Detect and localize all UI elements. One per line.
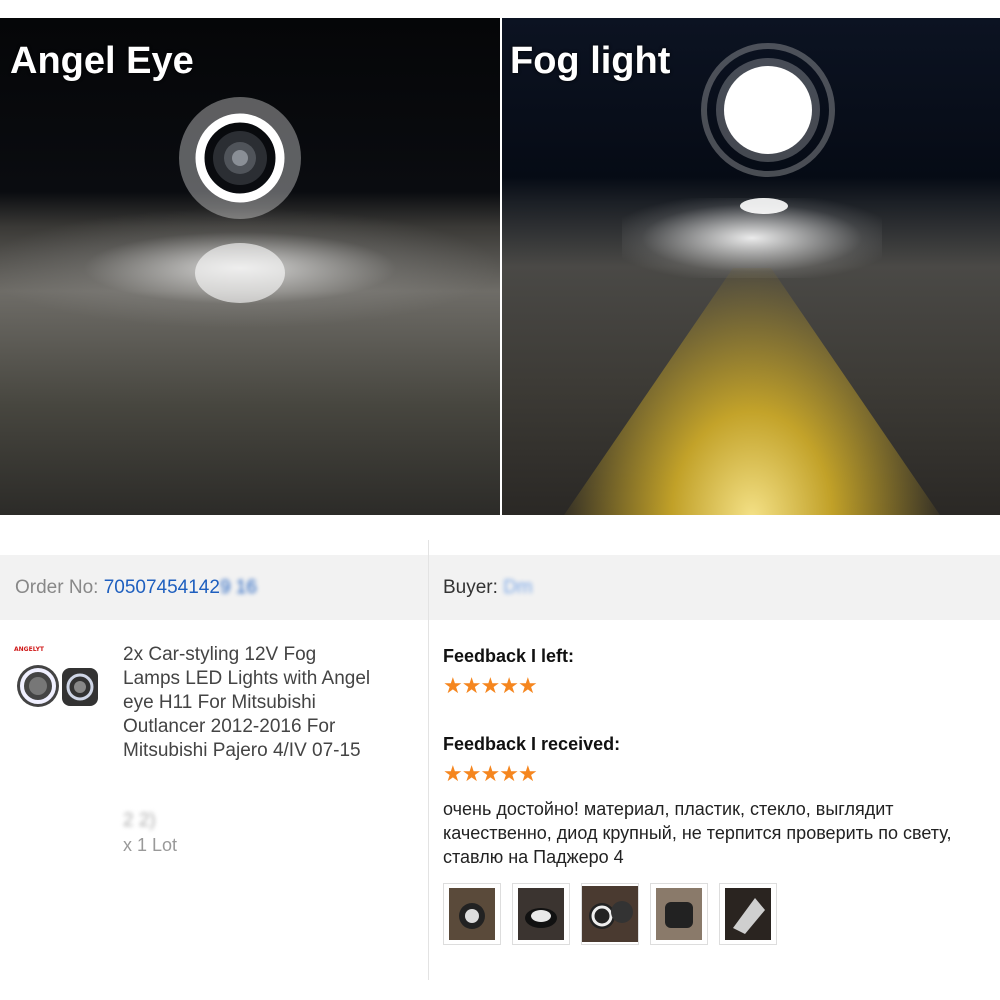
column-divider xyxy=(428,540,429,980)
product-thumbnail[interactable]: ANGELYT xyxy=(12,642,106,714)
fog-light-photo: Fog light xyxy=(502,18,1000,515)
product-title[interactable]: 2x Car-styling 12V Fog Lamps LED Lights … xyxy=(123,643,373,763)
review-photo-5[interactable] xyxy=(719,883,777,945)
order-header: Order No: 705074541429 16 Buyer: Dm xyxy=(0,555,1000,620)
order-number-value[interactable]: 705074541429 16 xyxy=(104,577,257,598)
review-photo-1[interactable] xyxy=(443,883,501,945)
star-icon: ★ xyxy=(517,673,538,698)
product-quantity: x 1 Lot xyxy=(123,835,178,855)
feedback-received-stars: ★★★★★ xyxy=(443,761,538,787)
product-sku: 2 2) xyxy=(123,810,156,831)
fog-lamp-illustration xyxy=(701,43,835,214)
star-icon: ★ xyxy=(480,761,500,786)
order-number: Order No: 705074541429 16 xyxy=(15,577,257,599)
feedback-received-heading: Feedback I received: xyxy=(443,734,621,754)
feedback-left-stars: ★★★★★ xyxy=(443,673,538,699)
star-icon: ★ xyxy=(461,673,482,698)
angel-eye-caption: Angel Eye xyxy=(10,40,194,82)
fog-light-caption: Fog light xyxy=(510,40,671,82)
review-photo-3[interactable] xyxy=(581,883,639,945)
order-number-label: Order No: xyxy=(15,577,99,598)
buyer-name[interactable]: Dm xyxy=(503,577,533,598)
review-photo-4[interactable] xyxy=(650,883,708,945)
star-icon: ★ xyxy=(480,673,500,698)
review-text: очень достойно! материал, пластик, стекл… xyxy=(443,799,952,867)
feedback-left-heading: Feedback I left: xyxy=(443,646,575,666)
review-photos xyxy=(443,883,777,945)
product-photo-strip: Angel Eye Fog light xyxy=(0,18,1000,515)
star-icon: ★ xyxy=(443,761,463,786)
star-icon: ★ xyxy=(499,673,519,698)
buyer-label: Buyer: xyxy=(443,577,498,598)
angel-eye-lamp-illustration xyxy=(179,97,301,303)
star-icon: ★ xyxy=(461,761,482,786)
star-icon: ★ xyxy=(517,761,538,786)
star-icon: ★ xyxy=(443,673,463,698)
buyer: Buyer: Dm xyxy=(443,577,533,599)
review-photo-2[interactable] xyxy=(512,883,570,945)
angel-eye-photo: Angel Eye xyxy=(0,18,500,515)
star-icon: ★ xyxy=(499,761,519,786)
product-brand: ANGELYT xyxy=(14,646,45,653)
